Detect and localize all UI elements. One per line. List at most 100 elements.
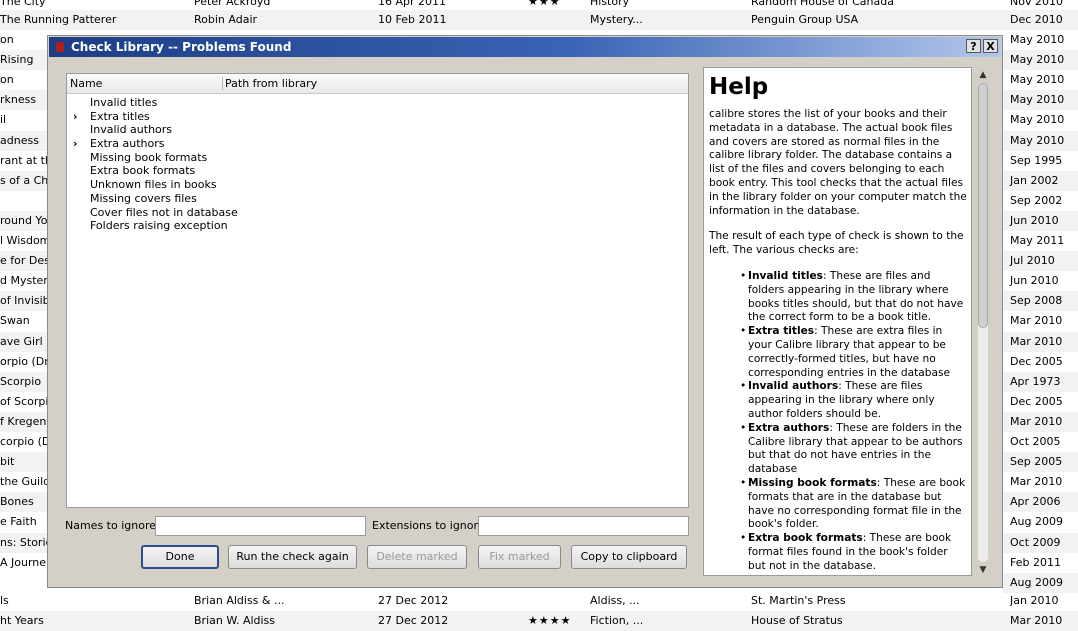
tree-item[interactable]: Extra book formats [67, 164, 688, 178]
tree-item[interactable]: › Extra authors [67, 137, 688, 151]
scroll-up-icon[interactable]: ▲ [976, 69, 990, 81]
book-title-cell[interactable]: on [0, 30, 48, 50]
book-pubdate-cell[interactable]: Aug 2009 [1003, 512, 1078, 532]
library-title-column: on Rising on rkness il adness rant at th s of a… [0, 0, 48, 630]
book-title-cell[interactable]: of Invisibi [0, 291, 48, 312]
close-button[interactable]: X [983, 39, 998, 53]
book-pubdate-cell[interactable]: Apr 2006 [1003, 492, 1078, 513]
book-tags: Fiction, ... [590, 614, 644, 627]
tree-item[interactable]: Invalid authors [67, 123, 688, 137]
dialog-titlebar[interactable]: Check Library -- Problems Found ? X [49, 37, 1001, 57]
book-pubdate-cell[interactable]: May 2010 [1003, 110, 1078, 130]
book-pubdate-cell[interactable]: May 2011 [1003, 231, 1078, 251]
problems-tree[interactable]: Name Path from library Invalid titles › Ex… [66, 73, 689, 508]
book-pubdate-cell[interactable]: Jun 2010 [1003, 271, 1078, 291]
book-author: Robin Adair [194, 13, 258, 26]
book-pubdate-cell[interactable]: Sep 2005 [1003, 452, 1078, 473]
book-pubdate-cell[interactable]: Mar 2010 [1003, 311, 1078, 331]
book-title-cell[interactable]: adness [0, 130, 48, 151]
book-pubdate-cell[interactable]: May 2010 [1003, 70, 1078, 90]
help-term: Invalid authors [748, 380, 839, 393]
column-header-name[interactable]: Name [70, 77, 102, 90]
book-pubdate-cell[interactable]: Oct 2009 [1003, 532, 1078, 553]
book-title-cell[interactable]: Scorpio [0, 371, 48, 392]
table-row[interactable]: ht Years Brian W. Aldiss 27 Dec 2012 ★★★… [0, 611, 1078, 631]
book-pubdate-cell[interactable]: Dec 2005 [1003, 352, 1078, 372]
tree-item[interactable]: Invalid titles [67, 96, 688, 110]
book-pubdate-cell[interactable]: Jan 2002 [1003, 170, 1078, 191]
book-title-cell[interactable]: bit [0, 452, 48, 473]
help-button[interactable]: ? [966, 39, 981, 53]
book-pubdate-cell[interactable]: Dec 2005 [1003, 392, 1078, 412]
tree-item[interactable]: Cover files not in database [67, 206, 688, 220]
copy-to-clipboard-button[interactable]: Copy to clipboard [571, 545, 687, 569]
book-pubdate-cell[interactable]: Jul 2010 [1003, 251, 1078, 272]
book-title-cell[interactable]: orpio (Dra [0, 352, 48, 372]
book-title-cell[interactable]: A Journe [0, 553, 48, 573]
book-title-cell[interactable]: Swan [0, 311, 48, 331]
book-publisher: Penguin Group USA [751, 13, 859, 26]
book-title-cell[interactable]: d Mystery [0, 271, 48, 291]
book-title-cell[interactable]: ave Girl [0, 331, 48, 352]
book-title-cell[interactable]: on [0, 70, 48, 90]
names-to-ignore-input[interactable] [155, 516, 366, 536]
book-author: Brian W. Aldiss [194, 614, 276, 627]
book-title-cell[interactable]: Bones [0, 492, 48, 513]
book-title-cell[interactable] [0, 191, 48, 211]
book-title-cell[interactable]: il [0, 110, 48, 130]
tree-item[interactable]: › Extra titles [67, 110, 688, 124]
tree-item[interactable]: Missing covers files [67, 192, 688, 206]
book-pubdate-cell[interactable]: Jun 2010 [1003, 210, 1078, 231]
help-scrollbar[interactable]: ▲ ▼ [976, 69, 990, 576]
book-title-cell[interactable]: l Wisdom [0, 231, 48, 251]
help-list-item: • Extra book formats: These are book form… [740, 532, 967, 573]
scroll-thumb[interactable] [978, 83, 988, 328]
book-pubdate-cell[interactable]: Mar 2010 [1003, 411, 1078, 432]
book-title-cell[interactable]: s of a Che [0, 170, 48, 191]
help-term: Unknown files in books [748, 574, 886, 576]
expand-arrow-icon[interactable]: › [73, 137, 83, 150]
help-heading: Help [709, 74, 769, 100]
fix-marked-button[interactable]: Fix marked [478, 545, 561, 569]
book-title-cell[interactable]: rant at th [0, 151, 48, 171]
book-pubdate-cell[interactable]: May 2010 [1003, 50, 1078, 71]
run-check-again-button[interactable]: Run the check again [228, 545, 357, 569]
book-pubdate-cell[interactable]: May 2010 [1003, 90, 1078, 111]
extensions-to-ignore-input[interactable] [478, 516, 689, 536]
book-title-cell[interactable]: corpio (Dra [0, 432, 48, 452]
book-pubdate-cell[interactable]: Sep 1995 [1003, 151, 1078, 171]
book-title-cell[interactable]: Rising [0, 50, 48, 71]
table-row[interactable]: The Running Patterer Robin Adair 10 Feb … [0, 10, 1078, 30]
book-title-cell[interactable]: the Guild [0, 472, 48, 492]
book-pubdate-cell[interactable]: Mar 2010 [1003, 472, 1078, 492]
book-pubdate-cell[interactable]: Sep 2008 [1003, 291, 1078, 312]
book-pubdate-cell[interactable]: Sep 2002 [1003, 191, 1078, 211]
book-pubdate-cell[interactable]: Mar 2010 [1003, 331, 1078, 352]
tree-item[interactable]: Unknown files in books [67, 178, 688, 192]
tree-item[interactable]: Folders raising exception [67, 219, 688, 233]
table-row[interactable]: ls Brian Aldiss & ... 27 Dec 2012 Aldiss… [0, 591, 1078, 611]
expand-arrow-icon[interactable]: › [73, 110, 83, 123]
book-pubdate-cell[interactable]: Apr 1973 [1003, 371, 1078, 392]
help-list-item: • Extra authors: These are folders in the… [740, 422, 967, 477]
book-title-cell[interactable]: rkness [0, 90, 48, 111]
book-title-cell[interactable]: round You [0, 210, 48, 231]
book-pubdate-cell[interactable]: Oct 2005 [1003, 432, 1078, 452]
book-pubdate-cell[interactable]: Aug 2009 [1003, 572, 1078, 593]
book-pubdate-cell[interactable]: May 2010 [1003, 30, 1078, 50]
column-header-path[interactable]: Path from library [225, 77, 317, 90]
book-title-cell[interactable]: e Faith [0, 512, 48, 532]
help-list-item: •Unknown files in books: These are extra… [740, 574, 967, 576]
book-author: Brian Aldiss & ... [194, 594, 285, 607]
book-title-cell[interactable]: e for Destr [0, 251, 48, 272]
tree-item[interactable]: Missing book formats [67, 151, 688, 165]
book-title-cell[interactable]: f Kregen [0, 411, 48, 432]
done-button[interactable]: Done [141, 545, 219, 569]
scroll-down-icon[interactable]: ▼ [976, 564, 990, 576]
book-pubdate-cell[interactable]: May 2010 [1003, 130, 1078, 151]
delete-marked-button[interactable]: Delete marked [367, 545, 467, 569]
book-pubdate-cell[interactable]: Feb 2011 [1003, 553, 1078, 573]
book-title-cell[interactable]: of Scorpio [0, 392, 48, 412]
column-divider[interactable] [222, 77, 223, 90]
book-title-cell[interactable]: ns: Stories [0, 532, 48, 553]
